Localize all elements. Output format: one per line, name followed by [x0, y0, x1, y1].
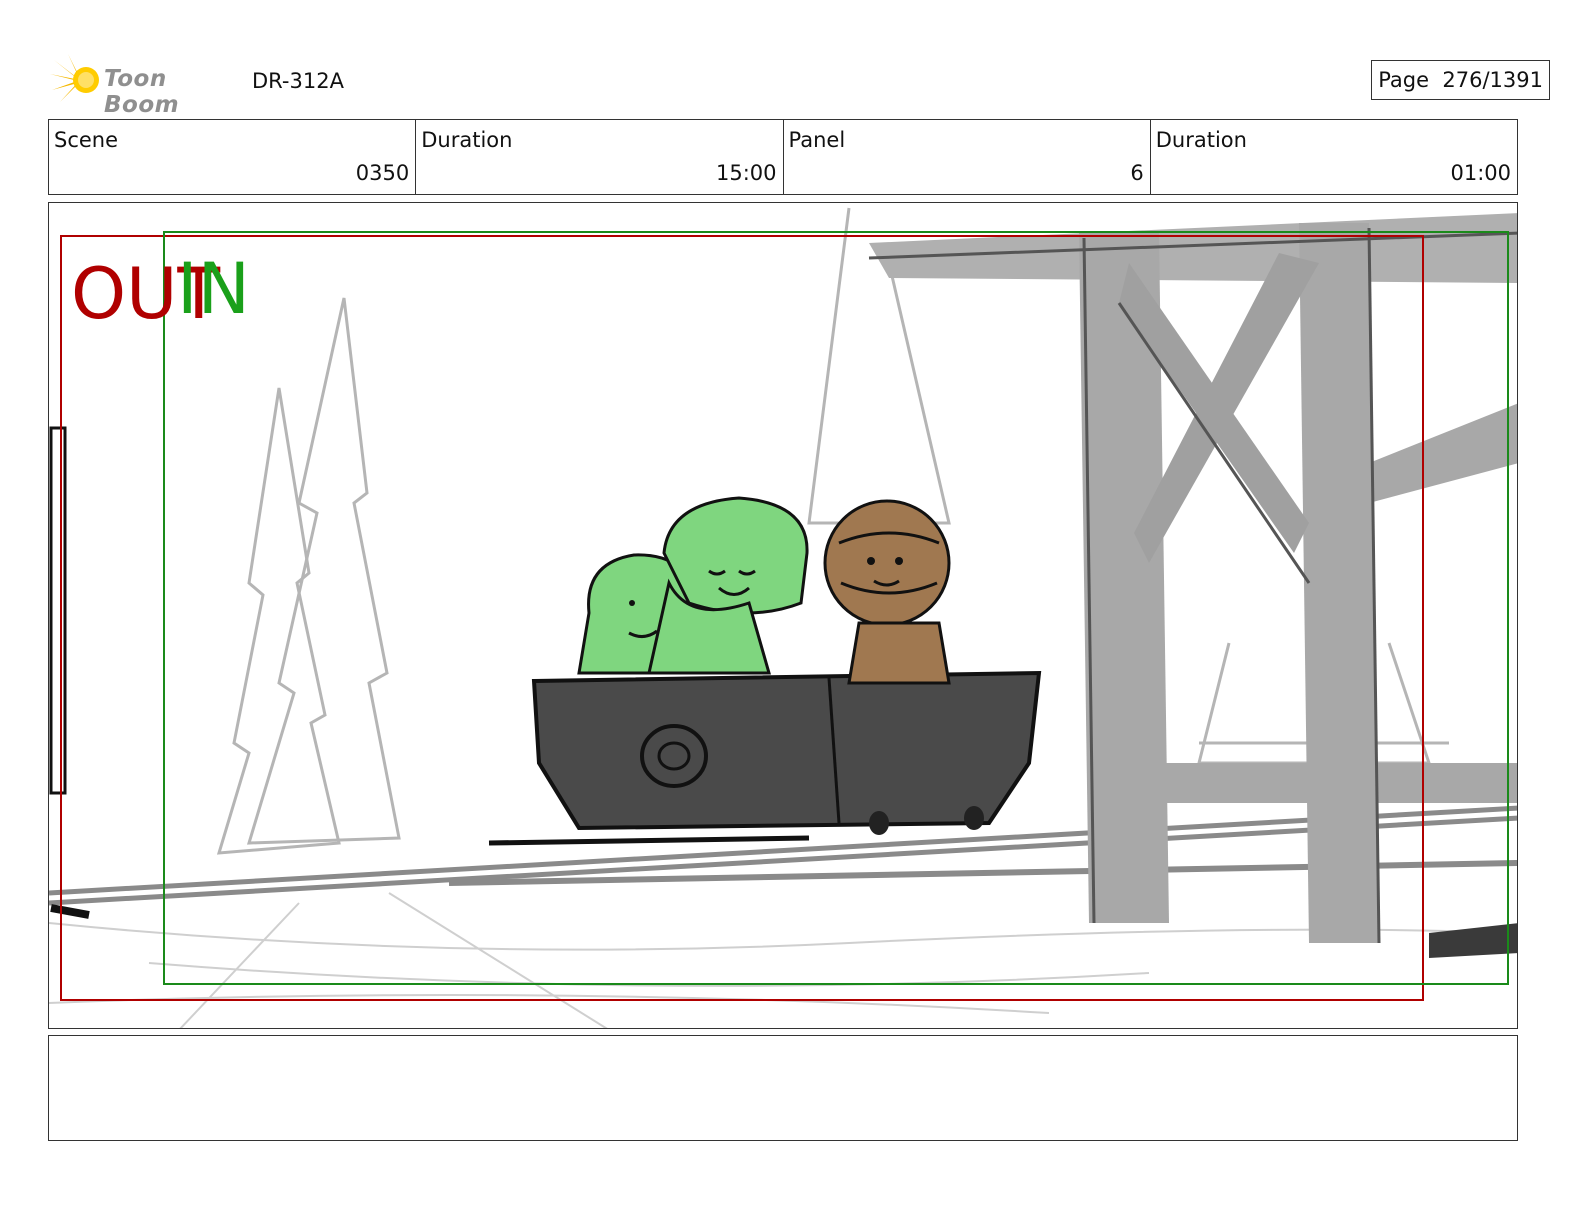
scene-label: Scene: [54, 128, 119, 152]
panel-notes: [48, 1035, 1518, 1141]
panel-value: 6: [1130, 161, 1144, 185]
scene-duration-label: Duration: [421, 128, 513, 152]
scene-duration-value: 15:00: [715, 161, 777, 185]
mine-cart: [488, 670, 1042, 846]
logo-text: Toon Boom: [104, 66, 180, 118]
panel-duration-cell: Duration 01:00: [1151, 120, 1517, 194]
scaffold-tower: [868, 213, 1517, 958]
page-number: 276/1391: [1442, 68, 1543, 92]
green-characters: [577, 496, 809, 675]
ground-sketch: [49, 892, 1517, 1028]
toon-boom-logo: Toon Boom: [50, 54, 240, 118]
panel-duration-label: Duration: [1155, 128, 1247, 152]
brown-character: [823, 499, 951, 685]
page-header: Toon Boom DR-312A Page 276/1391: [50, 54, 1550, 118]
page-indicator: Page 276/1391: [1371, 60, 1550, 100]
left-edge-pole: [49, 426, 90, 919]
scene-value: 0350: [355, 161, 410, 185]
panel-drawing: OUT IN: [49, 207, 1517, 1028]
scene-info-table: Scene 0350 Duration 15:00 Panel 6 Durati…: [48, 119, 1518, 195]
page-label: Page: [1378, 68, 1430, 92]
panel-cell: Panel 6: [784, 120, 1151, 194]
storyboard-panel: OUT IN: [48, 202, 1518, 1029]
scene-duration-cell: Duration 15:00: [416, 120, 784, 194]
starburst-icon: [50, 54, 99, 102]
in-label: IN: [177, 248, 250, 330]
panel-duration-value: 01:00: [1450, 161, 1511, 185]
project-id: DR-312A: [252, 69, 344, 93]
panel-label: Panel: [788, 128, 846, 152]
scene-cell: Scene 0350: [49, 120, 417, 194]
